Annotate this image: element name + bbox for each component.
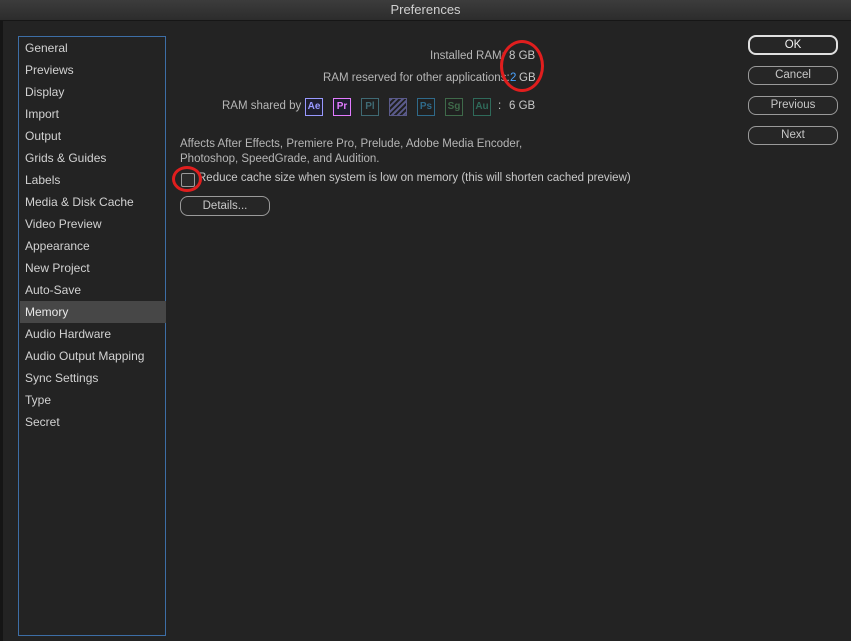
details-button[interactable]: Details... bbox=[180, 196, 270, 216]
app-icon-pr: Pr bbox=[333, 98, 351, 116]
app-icon-media-encoder bbox=[389, 98, 407, 116]
installed-ram-value: 8 GB bbox=[509, 50, 536, 62]
reduce-cache-checkbox[interactable] bbox=[181, 173, 195, 187]
sidebar-item-display[interactable]: Display bbox=[20, 81, 166, 103]
background-window-edge bbox=[0, 21, 3, 641]
cancel-button[interactable]: Cancel bbox=[748, 66, 838, 85]
ram-reserved-unit: GB bbox=[519, 72, 536, 84]
app-icon-au: Au bbox=[473, 98, 491, 116]
app-icon-ae: Ae bbox=[305, 98, 323, 116]
ram-reserved-label: RAM reserved for other applications: bbox=[323, 72, 510, 84]
reduce-cache-label[interactable]: Reduce cache size when system is low on … bbox=[198, 172, 631, 184]
sidebar-item-new-project[interactable]: New Project bbox=[20, 257, 166, 279]
sidebar-item-secret[interactable]: Secret bbox=[20, 411, 166, 433]
window-title: Preferences bbox=[390, 2, 461, 17]
ram-reserved-value[interactable]: 2 bbox=[510, 72, 516, 84]
sidebar-item-appearance[interactable]: Appearance bbox=[20, 235, 166, 257]
sidebar-item-memory[interactable]: Memory bbox=[20, 301, 166, 323]
ok-button[interactable]: OK bbox=[748, 35, 838, 55]
memory-description: Affects After Effects, Premiere Pro, Pre… bbox=[180, 138, 523, 165]
sidebar-item-auto-save[interactable]: Auto-Save bbox=[20, 279, 166, 301]
ram-shared-value: 6 GB bbox=[509, 100, 536, 112]
sidebar-item-type[interactable]: Type bbox=[20, 389, 166, 411]
sidebar-item-audio-hardware[interactable]: Audio Hardware bbox=[20, 323, 166, 345]
sidebar-item-audio-output-mapping[interactable]: Audio Output Mapping bbox=[20, 345, 166, 367]
sidebar-item-general[interactable]: General bbox=[20, 37, 166, 59]
sidebar-item-previews[interactable]: Previews bbox=[20, 59, 166, 81]
previous-button[interactable]: Previous bbox=[748, 96, 838, 115]
window-titlebar: Preferences bbox=[0, 0, 851, 21]
sidebar-item-labels[interactable]: Labels bbox=[20, 169, 166, 191]
sidebar-item-grids-guides[interactable]: Grids & Guides bbox=[20, 147, 166, 169]
sidebar-item-media-disk-cache[interactable]: Media & Disk Cache bbox=[20, 191, 166, 213]
ram-shared-label: RAM shared by bbox=[222, 100, 302, 112]
ram-shared-separator: : bbox=[498, 100, 502, 112]
app-icon-sg: Sg bbox=[445, 98, 463, 116]
app-icon-ps: Ps bbox=[417, 98, 435, 116]
app-icon-pl: Pl bbox=[361, 98, 379, 116]
next-button[interactable]: Next bbox=[748, 126, 838, 145]
annotation-circle-ram bbox=[500, 40, 544, 92]
sidebar-item-video-preview[interactable]: Video Preview bbox=[20, 213, 166, 235]
sidebar-item-output[interactable]: Output bbox=[20, 125, 166, 147]
sidebar-item-sync-settings[interactable]: Sync Settings bbox=[20, 367, 166, 389]
preferences-category-list[interactable]: General Previews Display Import Output Grids … bbox=[18, 36, 166, 636]
installed-ram-label: Installed RAM: bbox=[430, 50, 505, 62]
sidebar-item-import[interactable]: Import bbox=[20, 103, 166, 125]
